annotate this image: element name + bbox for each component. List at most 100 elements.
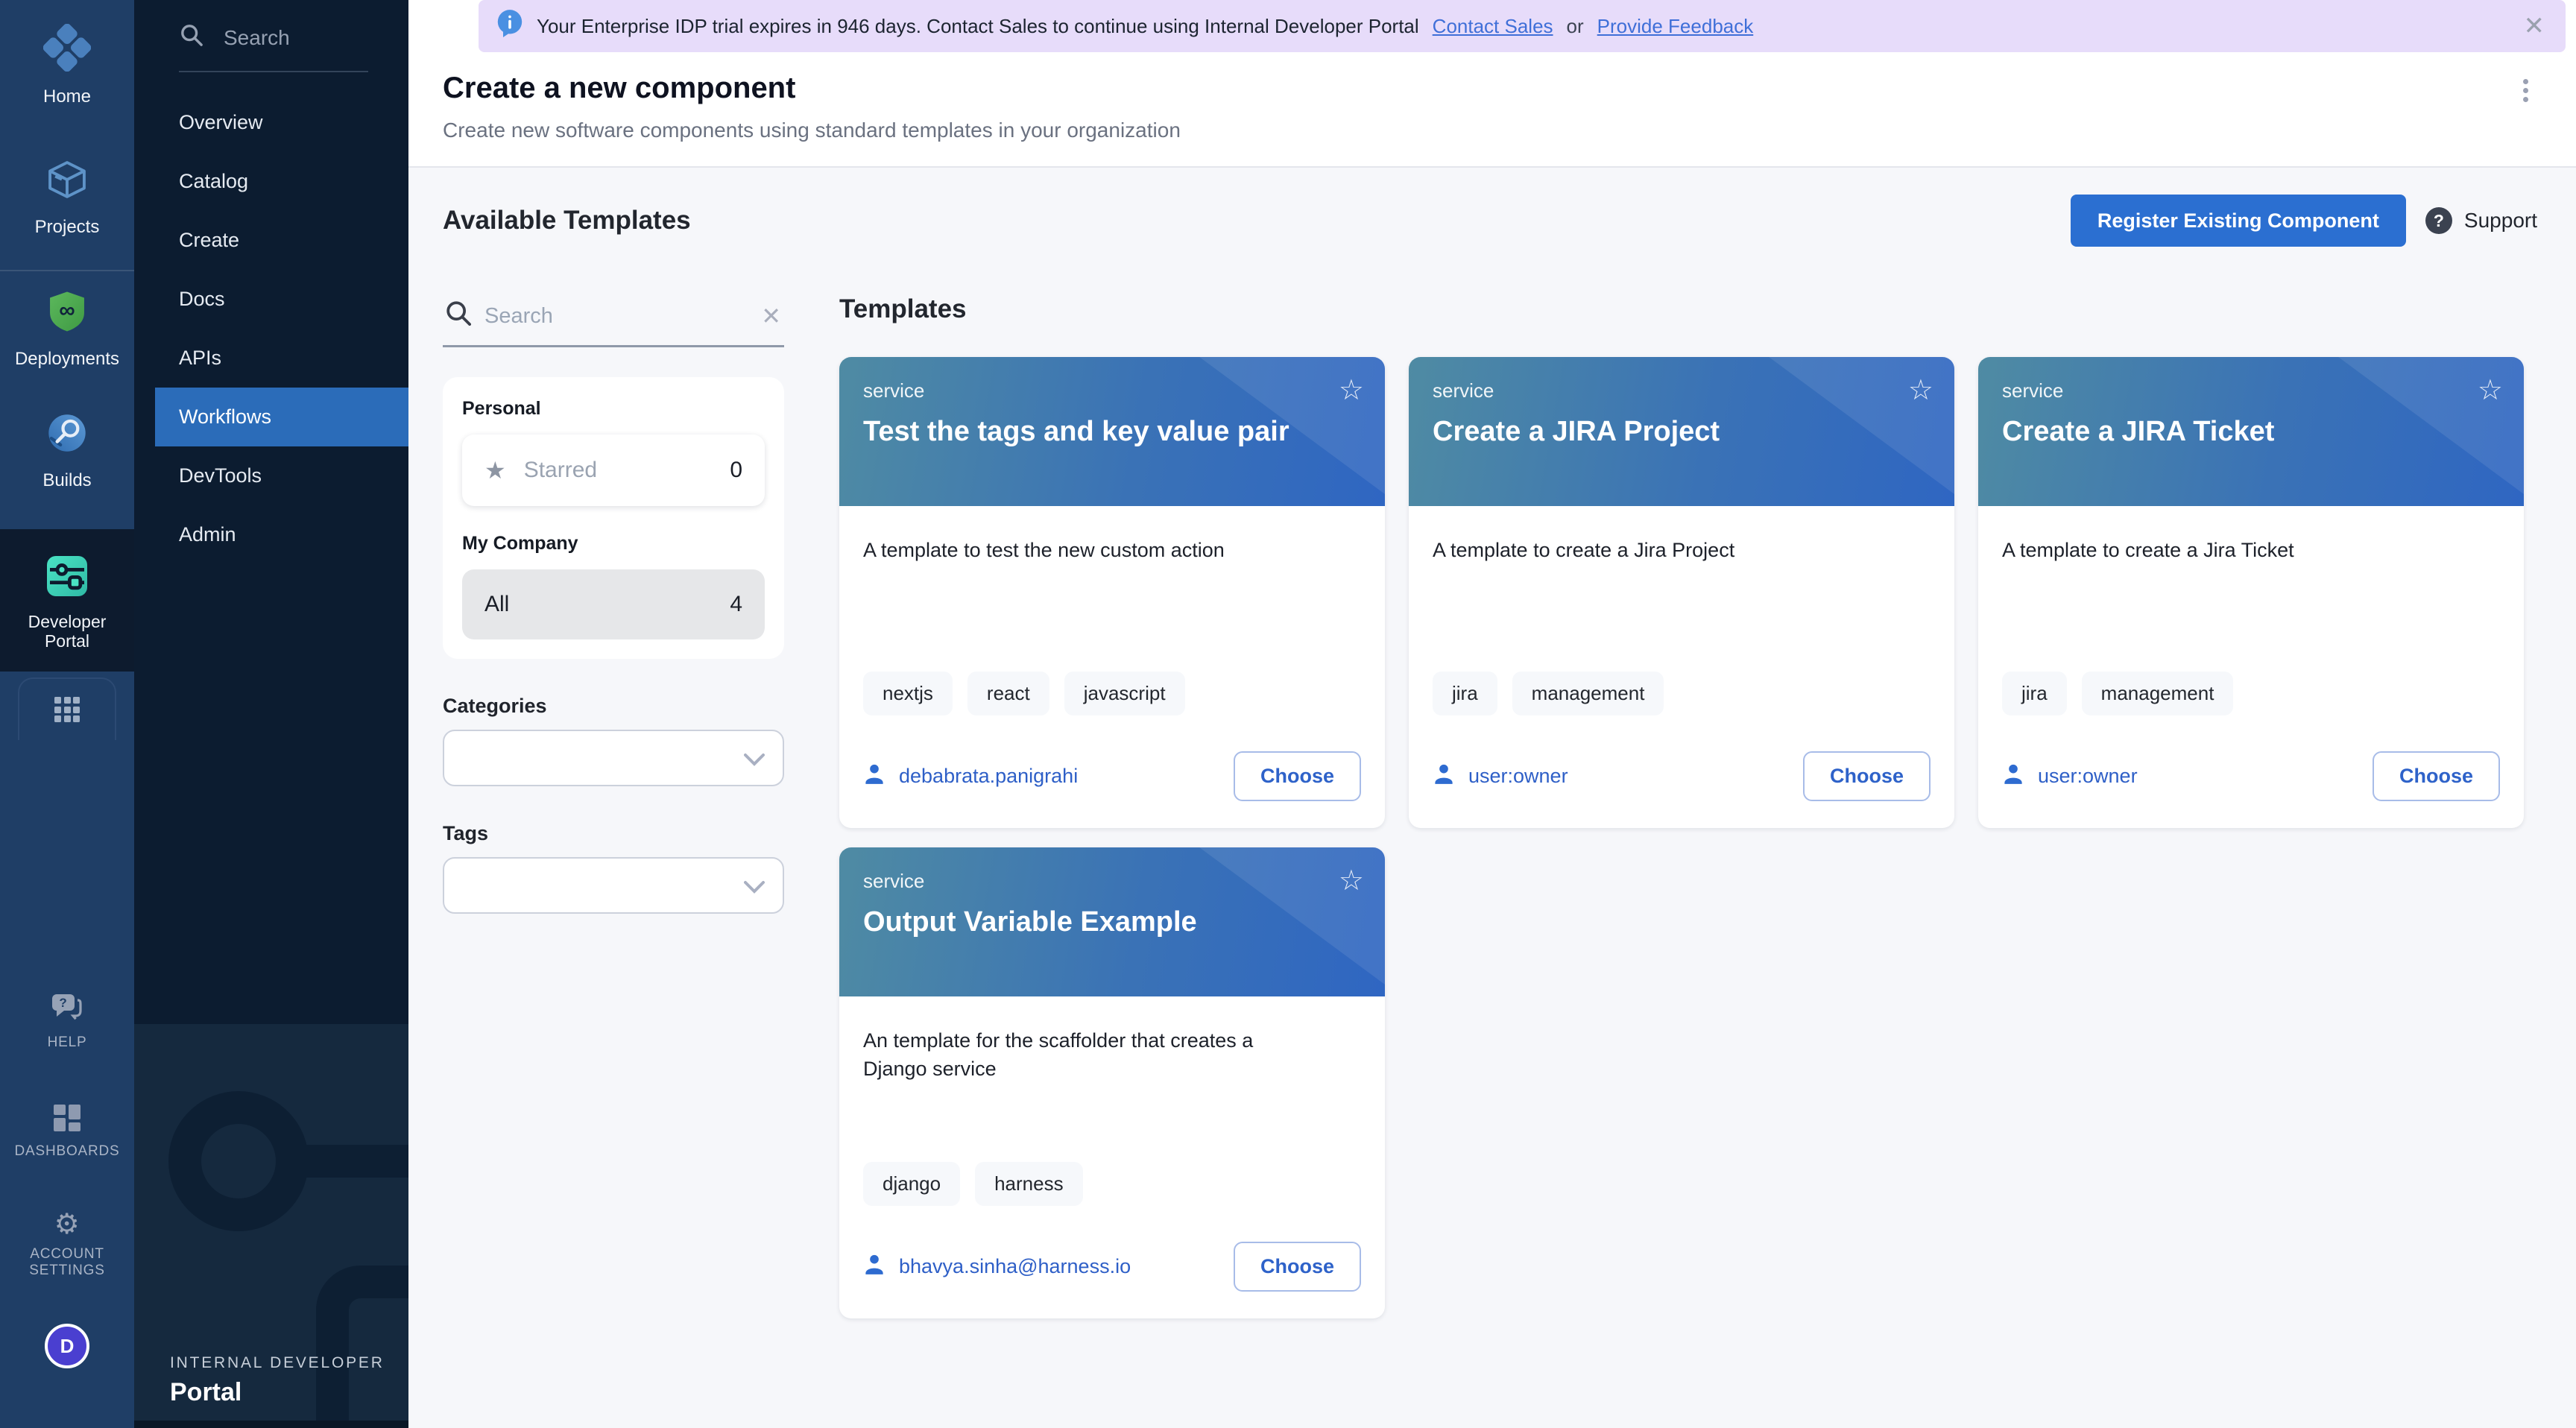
support-button[interactable]: ? Support: [2425, 207, 2537, 234]
person-icon: [1433, 762, 1455, 791]
info-bubble-icon: [496, 10, 523, 43]
sidebar-item-overview[interactable]: Overview: [134, 93, 408, 152]
star-outline-icon[interactable]: ☆: [2478, 373, 2503, 407]
rail-bottom-group: ? HELP DASHBOARDS ⚙ ACCOUNT SETTINGS D: [0, 993, 134, 1428]
tag-chip: harness: [975, 1162, 1083, 1206]
chevron-down-icon: [744, 745, 765, 772]
idp-sidebar: Search Overview Catalog Create Docs APIs…: [134, 0, 408, 1428]
banner-close-icon[interactable]: ✕: [2524, 13, 2545, 39]
chevron-down-icon: [744, 872, 765, 900]
card-tags: jira management: [2002, 672, 2500, 715]
gear-icon: ⚙: [54, 1210, 80, 1239]
provide-feedback-link[interactable]: Provide Feedback: [1597, 15, 1754, 38]
toolbar-actions: Register Existing Component ? Support: [2071, 195, 2537, 247]
rail-item-developer-portal[interactable]: Developer Portal: [0, 529, 134, 672]
sidebar-item-apis[interactable]: APIs: [134, 329, 408, 388]
filters-panel: ✕ Personal ★ Starred 0 My Company All 4: [443, 285, 784, 1428]
tag-chip: jira: [2002, 672, 2067, 715]
page-subtitle: Create new software components using sta…: [443, 119, 2537, 142]
sidebar-nav-list: Overview Catalog Create Docs APIs Workfl…: [134, 93, 408, 564]
available-templates-heading: Available Templates: [443, 206, 691, 236]
search-icon: [446, 300, 471, 332]
owner-link[interactable]: user:owner: [1468, 765, 1568, 788]
content-column: Your Enterprise IDP trial expires in 946…: [408, 0, 2576, 1428]
all-count: 4: [730, 592, 742, 617]
help-chat-icon: ?: [51, 993, 83, 1027]
module-picker-button[interactable]: [18, 677, 116, 740]
rail-item-deployments[interactable]: ∞ Deployments: [0, 270, 134, 369]
template-card: ☆ service Output Variable Example An tem…: [839, 847, 1385, 1318]
search-input[interactable]: [484, 304, 748, 329]
sidebar-item-devtools[interactable]: DevTools: [134, 446, 408, 505]
sidebar-search-label: Search: [224, 26, 290, 50]
choose-button[interactable]: Choose: [1234, 751, 1361, 801]
kebab-menu-icon[interactable]: [2517, 73, 2534, 108]
person-icon: [863, 762, 886, 791]
person-icon: [863, 1253, 886, 1281]
card-description: An template for the scaffolder that crea…: [863, 1026, 1310, 1083]
sidebar-item-workflows[interactable]: Workflows: [155, 388, 408, 446]
personal-label: Personal: [462, 398, 765, 420]
card-footer: bhavya.sinha@harness.io Choose: [863, 1242, 1361, 1292]
card-footer: user:owner Choose: [1433, 751, 1931, 801]
rail-item-builds[interactable]: Builds: [0, 411, 134, 490]
owner-link[interactable]: user:owner: [2038, 765, 2138, 788]
card-tags: nextjs react javascript: [863, 672, 1361, 715]
rail-item-projects[interactable]: Projects: [0, 157, 134, 237]
sidebar-item-admin[interactable]: Admin: [134, 505, 408, 564]
rail-item-home[interactable]: Home: [0, 24, 134, 107]
card-tags: django harness: [863, 1162, 1361, 1206]
card-header: ☆ service Output Variable Example: [839, 847, 1385, 996]
tag-chip: jira: [1433, 672, 1497, 715]
tag-chip: django: [863, 1162, 960, 1206]
star-outline-icon[interactable]: ☆: [1339, 373, 1364, 407]
starred-filter-row[interactable]: ★ Starred 0: [462, 435, 765, 506]
all-filter-row[interactable]: All 4: [462, 569, 765, 639]
owner-link[interactable]: bhavya.sinha@harness.io: [899, 1255, 1131, 1278]
owner-link[interactable]: debabrata.panigrahi: [899, 765, 1078, 788]
card-footer: user:owner Choose: [2002, 751, 2500, 801]
my-company-label: My Company: [462, 533, 765, 555]
register-existing-component-button[interactable]: Register Existing Component: [2071, 195, 2406, 247]
sidebar-footer-art: INTERNAL DEVELOPER Portal: [134, 1024, 408, 1428]
harness-logo-icon: [43, 24, 91, 77]
categories-label: Categories: [443, 695, 784, 718]
contact-sales-link[interactable]: Contact Sales: [1433, 15, 1553, 38]
card-description: A template to create a Jira Project: [1433, 536, 1880, 564]
main-area: Available Templates Register Existing Co…: [408, 168, 2576, 1428]
tags-label: Tags: [443, 822, 784, 845]
tag-chip: management: [1512, 672, 1664, 715]
starred-count: 0: [730, 458, 742, 483]
card-title: Create a JIRA Ticket: [2002, 416, 2500, 448]
tag-chip: nextjs: [863, 672, 953, 715]
avatar-letter: D: [60, 1335, 75, 1358]
sidebar-item-create[interactable]: Create: [134, 211, 408, 270]
template-search-field[interactable]: ✕: [443, 285, 784, 347]
question-mark-icon: ?: [2425, 207, 2452, 234]
template-card: ☆ service Test the tags and key value pa…: [839, 357, 1385, 828]
sidebar-search-button[interactable]: Search: [134, 0, 408, 71]
star-outline-icon[interactable]: ☆: [1339, 864, 1364, 897]
templates-section: Templates ☆ service Test the tags and ke…: [839, 285, 2537, 1428]
card-description: A template to test the new custom action: [863, 536, 1310, 564]
categories-select[interactable]: [443, 730, 784, 786]
sidebar-item-docs[interactable]: Docs: [134, 270, 408, 329]
choose-button[interactable]: Choose: [1234, 1242, 1361, 1292]
tag-chip: management: [2082, 672, 2234, 715]
rail-label-projects: Projects: [35, 218, 100, 237]
sidebar-item-catalog[interactable]: Catalog: [134, 152, 408, 211]
user-avatar[interactable]: D: [45, 1324, 89, 1368]
choose-button[interactable]: Choose: [2373, 751, 2500, 801]
help-button[interactable]: ? HELP: [48, 993, 87, 1051]
clear-search-icon[interactable]: ✕: [761, 304, 781, 328]
svg-text:∞: ∞: [59, 298, 75, 323]
dashboards-button[interactable]: DASHBOARDS: [14, 1105, 119, 1160]
tags-select[interactable]: [443, 857, 784, 914]
card-header: ☆ service Test the tags and key value pa…: [839, 357, 1385, 506]
divider: [134, 1421, 408, 1428]
star-outline-icon[interactable]: ☆: [1908, 373, 1933, 407]
rail-label-builds: Builds: [42, 471, 91, 490]
account-settings-button[interactable]: ⚙ ACCOUNT SETTINGS: [15, 1210, 119, 1279]
choose-button[interactable]: Choose: [1803, 751, 1931, 801]
card-type: service: [863, 870, 1361, 893]
